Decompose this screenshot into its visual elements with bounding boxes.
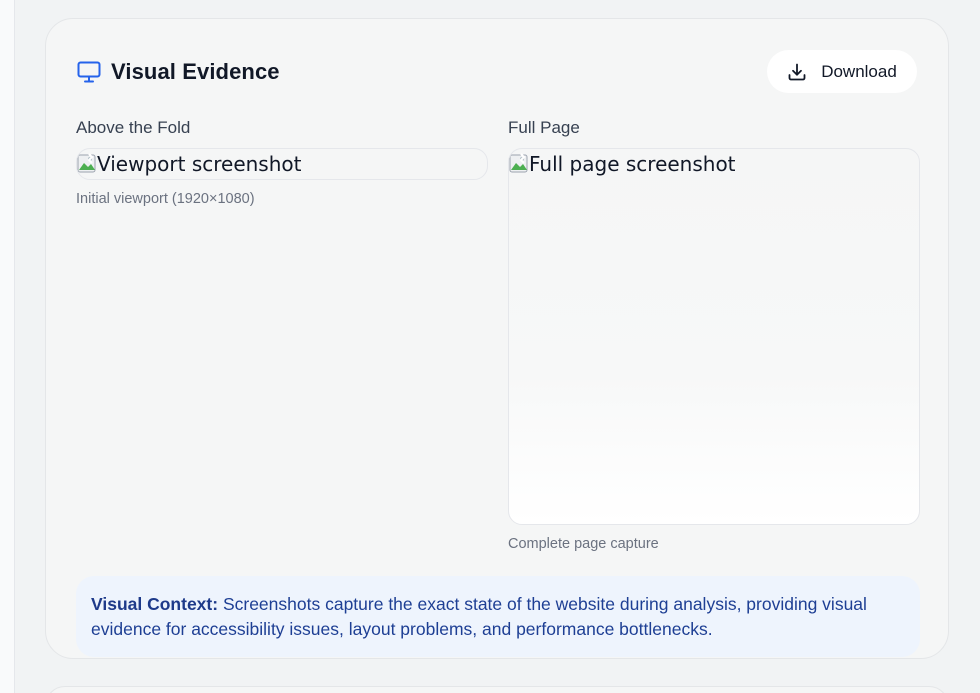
page: Visual Evidence Download Above the Fold [0,0,980,693]
visual-context-note: Visual Context: Screenshots capture the … [76,576,920,657]
download-label: Download [821,61,897,81]
above-the-fold-column: Above the Fold Viewport screenshot Initi… [76,117,488,207]
viewport-broken-image: Viewport screenshot [77,149,301,179]
full-page-caption: Complete page capture [508,536,659,552]
download-button[interactable]: Download [767,50,917,93]
monitor-icon [76,59,102,85]
visual-context-label: Visual Context: [91,594,219,614]
full-page-screenshot[interactable]: Full page screenshot [508,148,920,525]
download-icon [787,62,807,82]
card-title: Visual Evidence [111,59,280,84]
broken-image-icon [509,153,529,175]
next-card [45,686,949,693]
viewport-screenshot[interactable]: Viewport screenshot [76,148,488,180]
broken-image-icon [77,153,97,175]
viewport-alt-text: Viewport screenshot [97,152,302,176]
full-page-column: Full Page Full page screenshot Complete … [508,117,920,552]
full-page-broken-image: Full page screenshot [509,149,736,179]
above-the-fold-label: Above the Fold [76,118,191,137]
card-header: Visual Evidence [76,59,280,85]
left-rail [0,0,15,693]
visual-evidence-card: Visual Evidence Download Above the Fold [45,18,949,659]
full-page-label: Full Page [508,118,580,137]
full-page-alt-text: Full page screenshot [529,152,736,176]
viewport-caption: Initial viewport (1920×1080) [76,191,255,207]
